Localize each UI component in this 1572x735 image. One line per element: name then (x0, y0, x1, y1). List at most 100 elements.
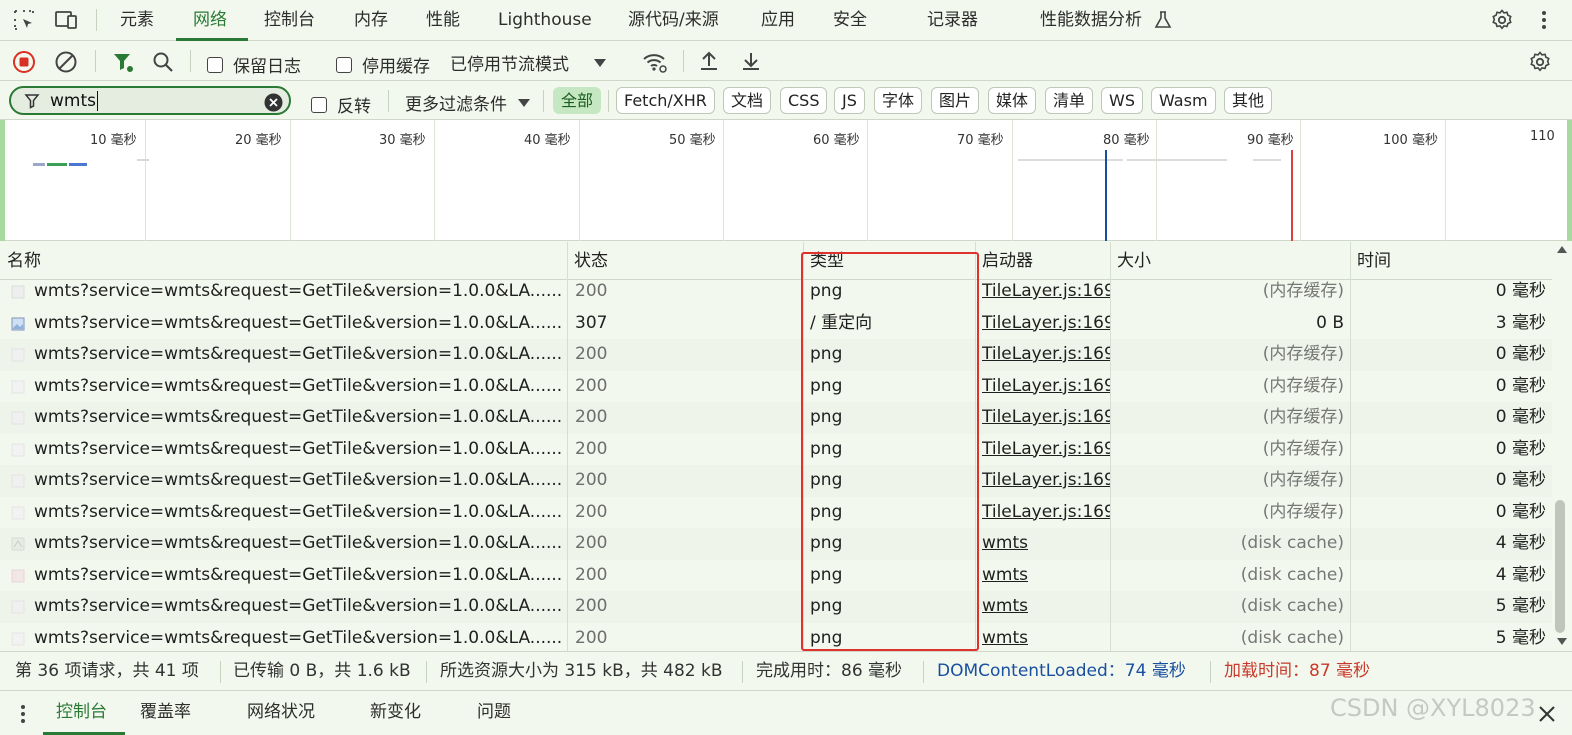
tab-security[interactable]: 安全 (833, 0, 867, 40)
request-status: 200 (575, 533, 608, 553)
filter-input-container[interactable]: wmts (9, 86, 291, 115)
filter-chip-img[interactable]: 图片 (931, 87, 980, 114)
tab-elements[interactable]: 元素 (120, 0, 154, 40)
preserve-log-checkbox[interactable]: 保留日志 (207, 52, 301, 77)
tab-sources[interactable]: 源代码/来源 (628, 0, 719, 40)
table-row[interactable]: wmts?service=wmts&request=GetTile&versio… (0, 434, 1552, 466)
column-header-name[interactable]: 名称 (0, 242, 41, 280)
filter-chip-all[interactable]: 全部 (553, 87, 602, 114)
column-divider[interactable] (567, 242, 568, 651)
clear-filter-icon[interactable] (264, 93, 283, 112)
table-row[interactable]: wmts?service=wmts&request=GetTile&versio… (0, 402, 1552, 434)
request-initiator-link[interactable]: wmts (982, 560, 1110, 592)
network-settings-gear-icon[interactable] (1528, 50, 1552, 74)
search-icon[interactable] (151, 50, 175, 74)
drawer-tab-issues[interactable]: 问题 (477, 691, 511, 735)
checkbox-box[interactable] (311, 96, 327, 113)
drawer-tab-network-conditions[interactable]: 网络状况 (247, 691, 315, 735)
checkbox-box[interactable] (207, 56, 223, 73)
import-har-upload-icon[interactable] (697, 49, 721, 73)
inspect-element-icon[interactable] (9, 6, 39, 34)
load-marker-line (1291, 150, 1293, 241)
request-initiator-link[interactable]: TileLayer.js:169 (982, 308, 1110, 340)
filter-chip-other[interactable]: 其他 (1224, 87, 1273, 114)
column-divider[interactable] (1110, 242, 1111, 651)
tab-performance[interactable]: 性能 (426, 0, 460, 40)
network-overview-timeline[interactable]: 10 毫秒 20 毫秒 30 毫秒 40 毫秒 50 毫秒 60 毫秒 70 毫… (0, 120, 1572, 241)
disable-cache-checkbox[interactable]: 停用缓存 (336, 52, 430, 77)
filter-chip-css[interactable]: CSS (780, 87, 828, 114)
table-row[interactable]: wmts?service=wmts&request=GetTile&versio… (0, 560, 1552, 592)
filter-chip-font[interactable]: 字体 (874, 87, 923, 114)
request-initiator-link[interactable]: TileLayer.js:169 (982, 434, 1110, 466)
column-divider[interactable] (1350, 242, 1351, 651)
more-options-icon[interactable] (1529, 6, 1559, 34)
checkbox-box[interactable] (336, 56, 352, 73)
tab-application[interactable]: 应用 (761, 0, 795, 40)
overview-request-bar (47, 163, 67, 166)
request-initiator-link[interactable]: TileLayer.js:169 (982, 371, 1110, 403)
filter-chip-wasm[interactable]: Wasm (1151, 87, 1216, 114)
filter-chip-fetch-xhr[interactable]: Fetch/XHR (616, 87, 715, 114)
filter-chip-js[interactable]: JS (834, 87, 865, 114)
invert-checkbox[interactable]: 反转 (311, 92, 371, 117)
table-row[interactable]: wmts?service=wmts&request=GetTile&versio… (0, 528, 1552, 560)
scroll-down-arrow-icon[interactable] (1557, 638, 1567, 645)
request-status: 200 (575, 564, 608, 585)
table-row[interactable]: wmts?service=wmts&request=GetTile&versio… (0, 339, 1552, 371)
column-header-size[interactable]: 大小 (1110, 242, 1151, 280)
request-initiator-link[interactable]: TileLayer.js:169 (982, 402, 1110, 434)
throttle-select[interactable]: 已停用节流模式 (450, 50, 607, 75)
table-row[interactable]: wmts?service=wmts&request=GetTile&versio… (0, 280, 1552, 308)
column-header-status[interactable]: 状态 (567, 242, 608, 280)
record-stop-icon[interactable] (12, 50, 36, 74)
request-initiator-link[interactable]: wmts (982, 623, 1110, 652)
drawer-tab-changes[interactable]: 新变化 (370, 691, 421, 735)
tab-memory[interactable]: 内存 (354, 0, 388, 40)
request-initiator-link[interactable]: TileLayer.js:169 (982, 465, 1110, 497)
more-filters-dropdown[interactable]: 更多过滤条件 (405, 90, 531, 115)
export-har-download-icon[interactable] (739, 49, 763, 73)
tab-recorder[interactable]: 记录器 (927, 0, 978, 40)
request-table-header: 名称 状态 类型 启动器 大小 时间 (0, 242, 1552, 280)
table-row[interactable]: wmts?service=wmts&request=GetTile&versio… (0, 371, 1552, 403)
close-drawer-icon[interactable] (1538, 705, 1556, 723)
tab-lighthouse[interactable]: Lighthouse (498, 0, 592, 40)
drawer-tab-coverage[interactable]: 覆盖率 (140, 691, 191, 735)
drawer-menu-icon[interactable] (20, 704, 26, 724)
table-scrollbar-thumb[interactable] (1555, 500, 1565, 633)
drawer-tab-console[interactable]: 控制台 (56, 691, 107, 735)
column-header-time[interactable]: 时间 (1350, 242, 1391, 280)
table-row[interactable]: wmts?service=wmts&request=GetTile&versio… (0, 497, 1552, 529)
tab-console[interactable]: 控制台 (264, 0, 315, 40)
request-initiator-link[interactable]: wmts (982, 591, 1110, 623)
request-initiator-link[interactable]: TileLayer.js:169 (982, 497, 1110, 529)
device-toolbar-icon[interactable] (51, 6, 81, 34)
table-row[interactable]: wmts?service=wmts&request=GetTile&versio… (0, 623, 1552, 652)
overview-right-handle[interactable] (1567, 120, 1572, 241)
request-initiator-link[interactable]: TileLayer.js:169 (982, 280, 1110, 308)
filter-funnel-icon[interactable] (111, 50, 135, 74)
filter-chip-doc[interactable]: 文档 (723, 87, 772, 114)
request-initiator-link[interactable]: wmts (982, 528, 1110, 560)
filter-chip-ws[interactable]: WS (1101, 87, 1143, 114)
request-name: wmts?service=wmts&request=GetTile&versio… (34, 407, 562, 427)
scroll-up-arrow-icon[interactable] (1557, 246, 1567, 253)
table-row[interactable]: wmts?service=wmts&request=GetTile&versio… (0, 591, 1552, 623)
overview-left-handle[interactable] (0, 120, 5, 241)
overview-request-bar (1253, 159, 1281, 161)
filter-input[interactable]: wmts (50, 90, 98, 111)
request-size: (disk cache) (1240, 596, 1344, 616)
column-header-initiator[interactable]: 启动器 (975, 242, 1033, 280)
tab-network[interactable]: 网络 (193, 0, 227, 40)
filter-chip-media[interactable]: 媒体 (988, 87, 1037, 114)
network-conditions-wifi-icon[interactable] (642, 50, 668, 74)
table-row[interactable]: wmts?service=wmts&request=GetTile&versio… (0, 465, 1552, 497)
settings-gear-icon[interactable] (1487, 6, 1517, 34)
request-initiator-link[interactable]: TileLayer.js:169 (982, 339, 1110, 371)
csdn-watermark: CSDN @XYL8023 (1330, 694, 1536, 722)
filter-chip-manifest[interactable]: 清单 (1045, 87, 1094, 114)
table-row[interactable]: wmts?service=wmts&request=GetTile&versio… (0, 308, 1552, 340)
clear-icon[interactable] (54, 50, 78, 74)
tab-performance-insights[interactable]: 性能数据分析 (1040, 0, 1142, 40)
